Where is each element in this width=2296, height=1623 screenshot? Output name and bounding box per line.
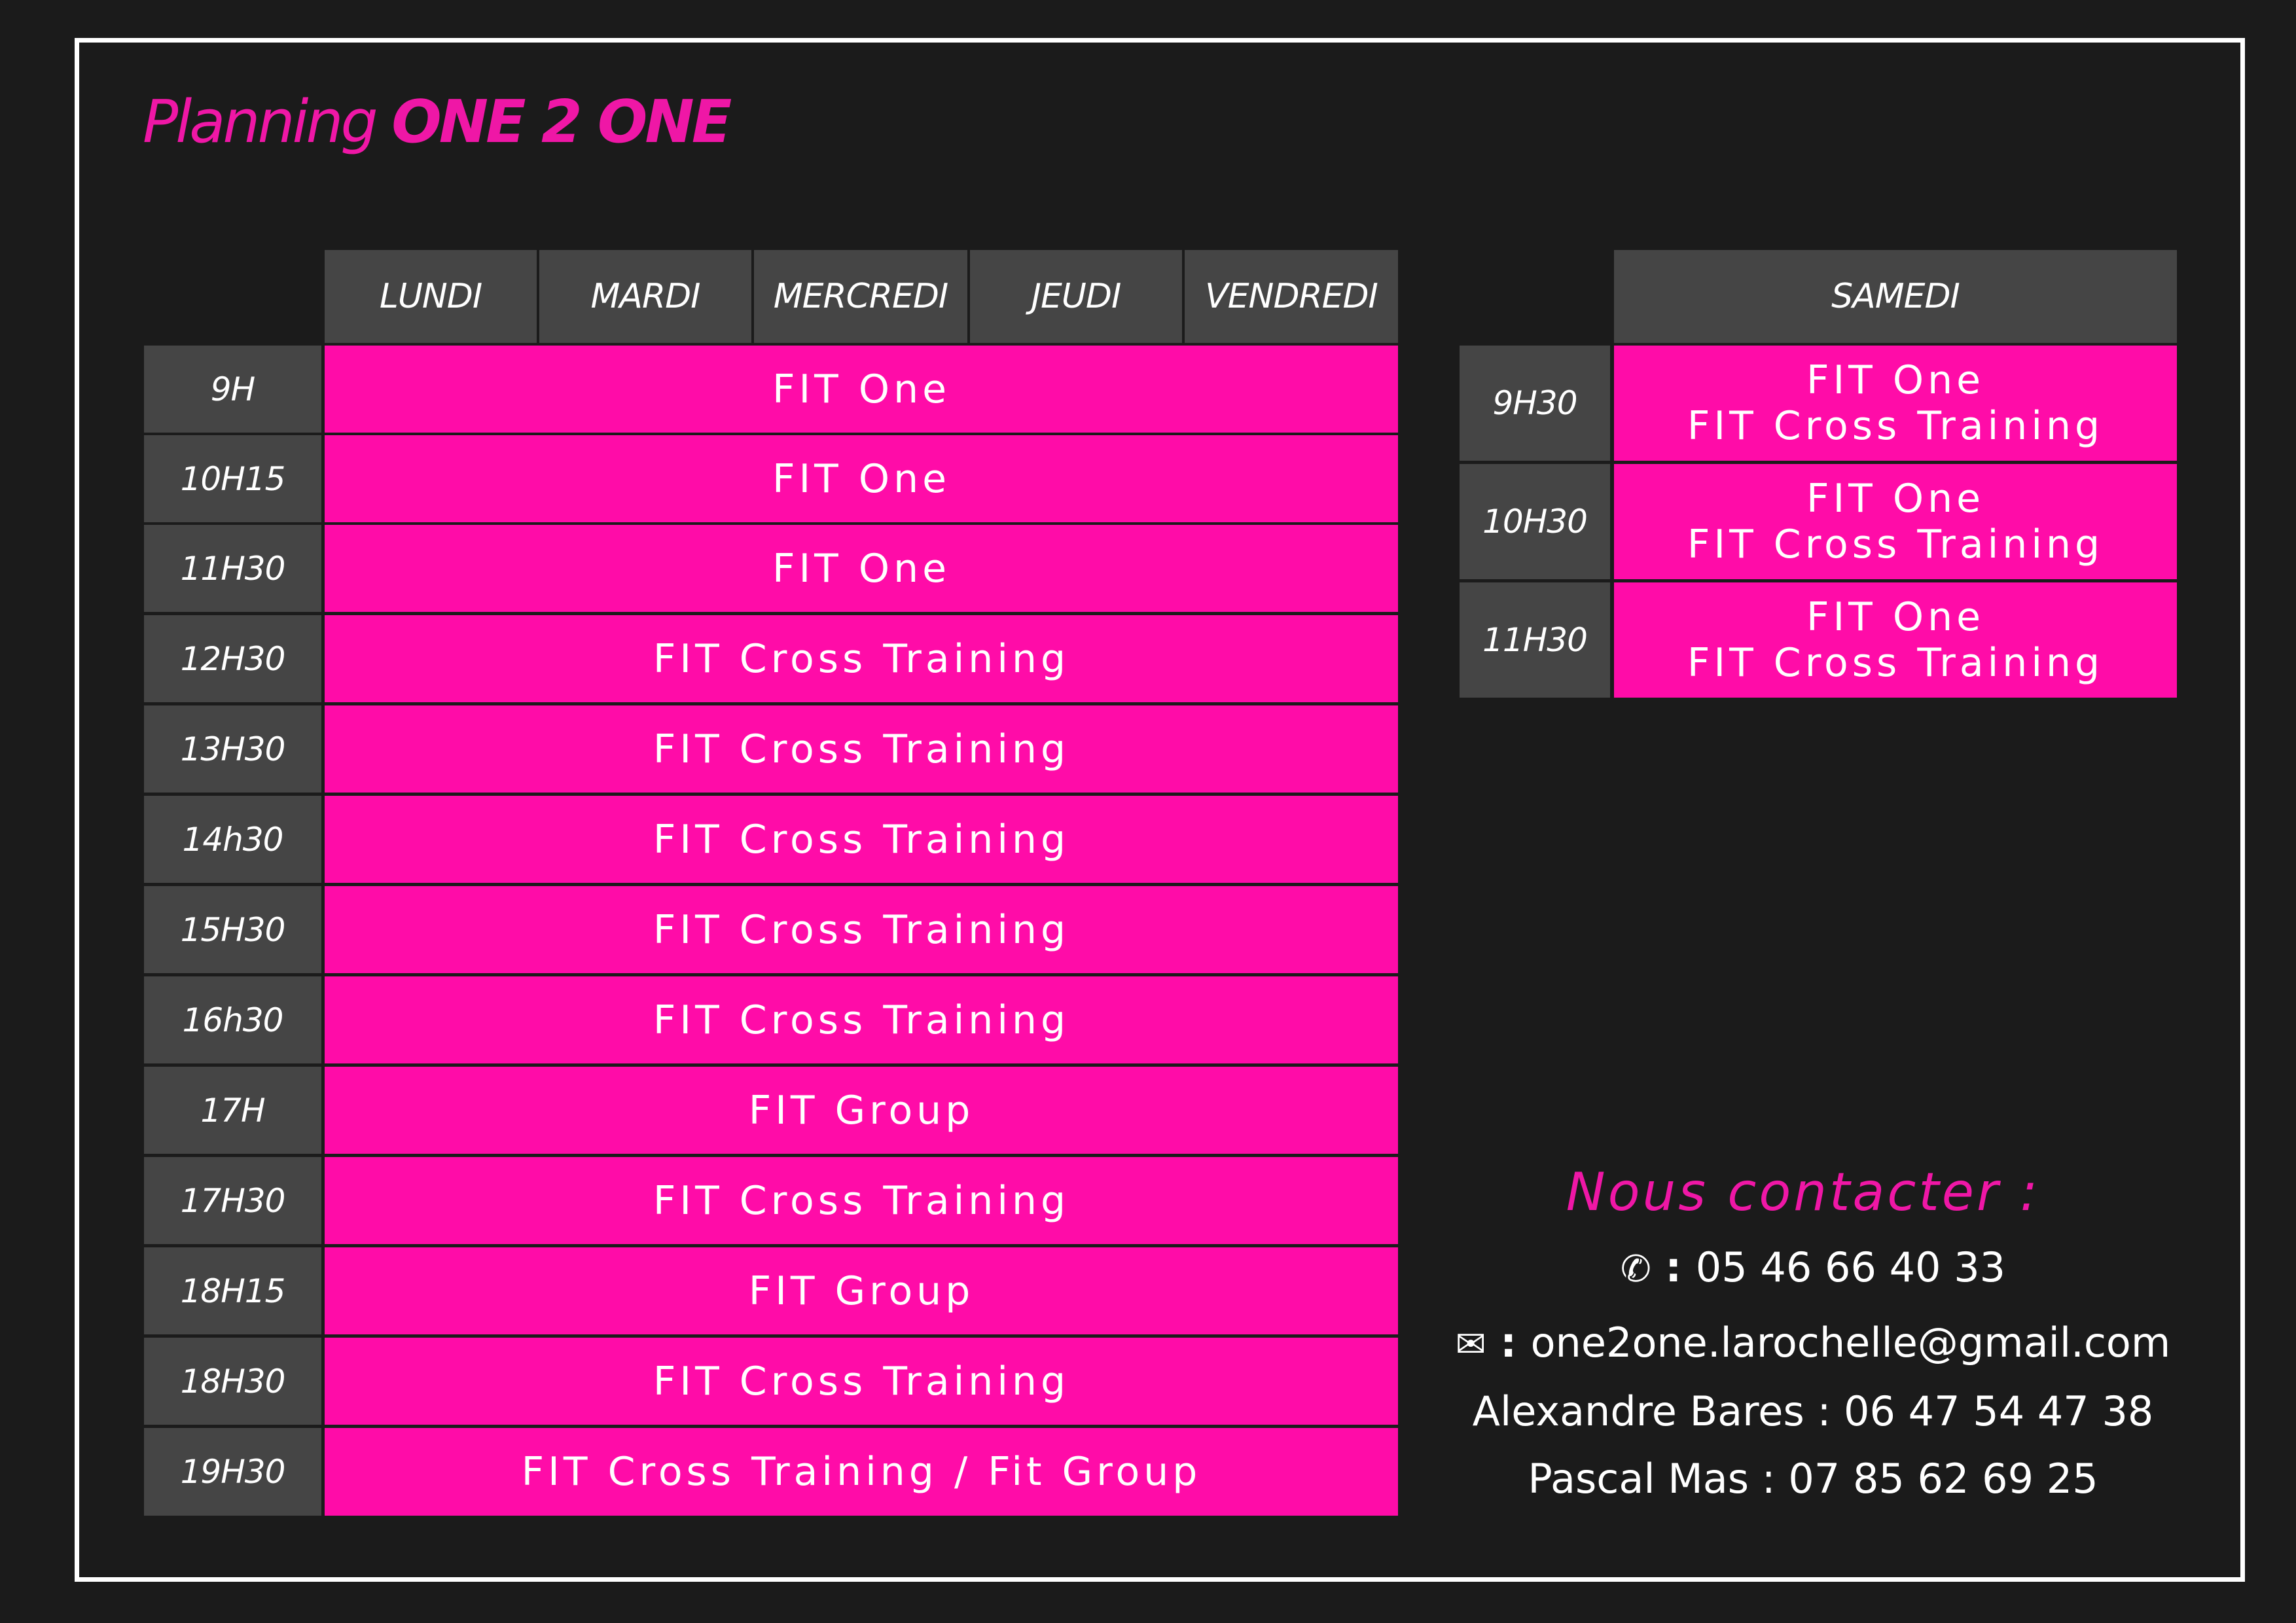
time-cell: 10H30 [1460, 464, 1610, 579]
class-cell: FIT Cross Training / Fit Group [325, 1428, 1398, 1516]
header-jeudi: JEUDI [970, 250, 1182, 343]
class-cell: FIT One FIT Cross Training [1614, 346, 2177, 461]
class-line-2: FIT Cross Training [1687, 640, 2104, 686]
header-vendredi: VENDREDI [1185, 250, 1398, 343]
time-cell: 17H30 [144, 1157, 321, 1244]
class-cell: FIT One [325, 435, 1398, 522]
time-cell: 17H [144, 1067, 321, 1154]
class-line-1: FIT One [1806, 476, 1985, 522]
class-cell: FIT One [325, 525, 1398, 612]
class-cell: FIT Cross Training [325, 976, 1398, 1063]
time-cell: 12H30 [144, 615, 321, 702]
class-cell: FIT Cross Training [325, 1157, 1398, 1244]
contact-email: ✉ : one2one.larochelle@gmail.com [1440, 1319, 2186, 1366]
header-mardi: MARDI [539, 250, 751, 343]
time-cell: 9H30 [1460, 346, 1610, 461]
envelope-icon: ✉ [1455, 1323, 1486, 1366]
class-cell: FIT Cross Training [325, 886, 1398, 973]
time-cell: 15H30 [144, 886, 321, 973]
header-samedi: SAMEDI [1614, 250, 2177, 343]
phone-icon: ✆ [1620, 1248, 1651, 1291]
contact-person-1: Alexandre Bares : 06 47 54 47 38 [1472, 1387, 2154, 1435]
time-cell: 18H15 [144, 1247, 321, 1334]
time-cell: 18H30 [144, 1338, 321, 1425]
class-line-1: FIT One [1806, 357, 1985, 403]
class-line-2: FIT Cross Training [1687, 522, 2104, 567]
title-brand: ONE 2 ONE [391, 88, 732, 156]
contact-person-2: Pascal Mas : 07 85 62 69 25 [1528, 1455, 2098, 1503]
time-cell: 11H30 [144, 525, 321, 612]
email-separator: : [1486, 1319, 1531, 1366]
class-cell: FIT One FIT Cross Training [1614, 582, 2177, 698]
class-cell: FIT One FIT Cross Training [1614, 464, 2177, 579]
class-line-2: FIT Cross Training [1687, 403, 2104, 449]
class-cell: FIT Cross Training [325, 1338, 1398, 1425]
class-cell: FIT Group [325, 1247, 1398, 1334]
time-cell: 11H30 [1460, 582, 1610, 698]
title-planning: Planning [143, 88, 392, 156]
class-cell: FIT Cross Training [325, 615, 1398, 702]
time-cell: 19H30 [144, 1428, 321, 1516]
class-cell: FIT Group [325, 1067, 1398, 1154]
header-mercredi: MERCREDI [754, 250, 967, 343]
phone-number[interactable]: 05 46 66 40 33 [1696, 1243, 2005, 1291]
contact-phone: ✆ : 05 46 66 40 33 [1440, 1243, 2186, 1291]
time-cell: 16h30 [144, 976, 321, 1063]
time-cell: 10H15 [144, 435, 321, 522]
class-line-1: FIT One [1806, 594, 1985, 640]
email-address[interactable]: one2one.larochelle@gmail.com [1531, 1319, 2171, 1366]
time-cell: 13H30 [144, 705, 321, 793]
class-cell: FIT Cross Training [325, 796, 1398, 883]
time-cell: 9H [144, 346, 321, 433]
page-title: Planning ONE 2 ONE [143, 88, 732, 156]
header-lundi: LUNDI [325, 250, 537, 343]
class-cell: FIT One [325, 346, 1398, 433]
phone-separator: : [1651, 1243, 1696, 1291]
time-cell: 14h30 [144, 796, 321, 883]
contact-title: Nous contacter : [1566, 1162, 2041, 1222]
class-cell: FIT Cross Training [325, 705, 1398, 793]
